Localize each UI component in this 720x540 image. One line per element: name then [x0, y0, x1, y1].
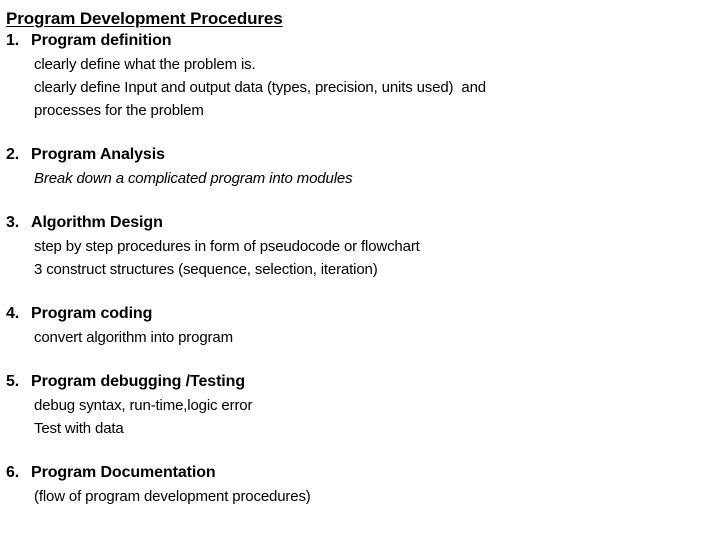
procedure-heading: 4. Program coding: [6, 302, 720, 326]
procedure-item: 6. Program Documentation (flow of program …: [5, 461, 720, 508]
procedure-item: 1. Program definition clearly define what …: [5, 29, 720, 122]
procedure-item: 2. Program Analysis Break down a complicat…: [5, 143, 720, 190]
procedure-heading-label: Program Analysis: [31, 146, 165, 163]
procedure-item: 5. Program debugging /Testing debug syntax…: [5, 370, 720, 440]
procedure-body-line: step by step procedures in form of pseud…: [34, 238, 420, 255]
procedure-number: 4.: [6, 305, 20, 322]
procedure-heading: 6. Program Documentation: [6, 461, 720, 485]
procedure-body-line: Test with data: [34, 420, 124, 437]
procedure-body-line: Break down a complicated program into mo…: [34, 170, 353, 187]
procedure-number: 3.: [6, 214, 20, 231]
procedure-body: convert algorithm into program: [34, 326, 720, 349]
procedure-heading-label: Program debugging /Testing: [31, 373, 245, 390]
procedure-body: debug syntax, run-time,logic error Test w…: [34, 394, 720, 440]
procedure-number: 1.: [6, 32, 20, 49]
procedure-heading: 1. Program definition: [6, 29, 720, 53]
procedure-heading-label: Algorithm Design: [31, 214, 163, 231]
procedure-heading-label: Program Documentation: [31, 464, 216, 481]
procedure-body-line: (flow of program development procedures): [34, 488, 311, 505]
procedure-body: Break down a complicated program into mo…: [34, 167, 720, 190]
procedure-heading: 3. Algorithm Design: [6, 211, 720, 235]
procedure-heading: 5. Program debugging /Testing: [6, 370, 720, 394]
procedure-body: step by step procedures in form of pseud…: [34, 235, 720, 281]
procedure-body-line: clearly define what the problem is.: [34, 56, 256, 73]
procedure-heading-label: Program definition: [31, 32, 172, 49]
procedure-body: clearly define what the problem is. clear…: [34, 53, 720, 122]
procedure-number: 6.: [6, 464, 20, 481]
procedure-number: 2.: [6, 146, 20, 163]
procedure-item: 4. Program coding convert algorithm into p…: [5, 302, 720, 349]
procedure-body-line: clearly define Input and output data (ty…: [34, 79, 486, 96]
procedures-list: 1. Program definition clearly define what …: [5, 29, 720, 508]
procedure-heading: 2. Program Analysis: [6, 143, 720, 167]
procedure-body-line: processes for the problem: [34, 102, 204, 119]
slide-canvas: Program Development Procedures 1. Program…: [0, 0, 720, 540]
page-title: Program Development Procedures: [6, 9, 283, 28]
procedure-body: (flow of program development procedures): [34, 485, 720, 508]
procedure-body-line: convert algorithm into program: [34, 329, 233, 346]
procedure-number: 5.: [6, 373, 20, 390]
procedure-item: 3. Algorithm Design step by step procedure…: [5, 211, 720, 281]
procedure-heading-label: Program coding: [31, 305, 153, 322]
procedure-body-line: 3 construct structures (sequence, select…: [34, 261, 378, 278]
procedure-body-line: debug syntax, run-time,logic error: [34, 397, 253, 414]
